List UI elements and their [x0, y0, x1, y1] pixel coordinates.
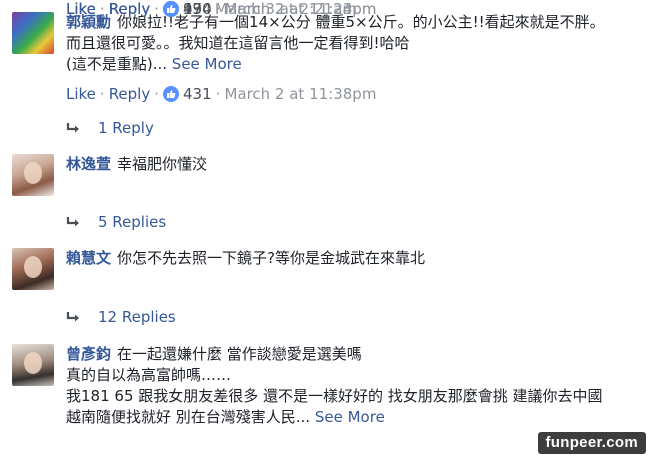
thumbs-up-icon: [163, 1, 180, 17]
separator: ·: [154, 0, 160, 18]
comment-actions: Like · Reply · 97 · March 3 at 2:21am: [66, 0, 357, 18]
replies-count[interactable]: 5 Replies: [98, 213, 166, 231]
avatar[interactable]: [12, 344, 54, 386]
like-count[interactable]: 431: [183, 85, 212, 103]
view-replies-link[interactable]: 1 Reply: [66, 119, 154, 137]
comment-text-line: 真的自以為高富帥嗎……: [66, 366, 232, 384]
view-replies-link[interactable]: 5 Replies: [66, 213, 166, 231]
comment-body: 曾彥鈞 在一起還嫌什麼 當作談戀愛是選美嗎 真的自以為高富帥嗎…… 我181 65…: [66, 344, 640, 428]
comment-text-line: (這不是重點)...: [66, 55, 168, 73]
thumbs-up-icon: [163, 86, 180, 102]
comment-text-line: 而且還很可愛。。我知道在這留言他一定看得到!哈哈: [66, 34, 410, 52]
separator: ·: [99, 85, 105, 103]
comment-text-line: 你怎不先去照一下鏡子?等你是金城武在來靠北: [117, 249, 425, 267]
comment-body: 賴慧文 你怎不先去照一下鏡子?等你是金城武在來靠北: [66, 248, 640, 269]
comment-author[interactable]: 賴慧文: [66, 249, 111, 267]
like-count[interactable]: 97: [183, 0, 202, 18]
reply-arrow-icon: [66, 217, 79, 227]
avatar[interactable]: [12, 248, 54, 290]
reply-arrow-icon: [66, 312, 79, 322]
comment-timestamp[interactable]: March 3 at 2:21am: [215, 0, 357, 18]
comment-actions: Like · Reply · 431 · March 2 at 11:38pm: [66, 85, 376, 103]
see-more-link[interactable]: See More: [172, 55, 242, 73]
comment-text-line: 我181 65 跟我女朋友差很多 還不是一樣好好的 找女朋友那麼會挑 建議你去中…: [66, 387, 603, 405]
separator: ·: [206, 0, 211, 18]
view-replies-link[interactable]: 12 Replies: [66, 308, 176, 326]
comment-text-line: 在一起還嫌什麼 當作談戀愛是選美嗎: [117, 345, 362, 363]
reply-link[interactable]: Reply: [109, 85, 151, 103]
separator: ·: [154, 85, 160, 103]
comment-text-line: 越南隨便找就好 別在台灣殘害人民...: [66, 408, 311, 426]
comment-timestamp[interactable]: March 2 at 11:38pm: [224, 85, 376, 103]
avatar[interactable]: [12, 154, 54, 196]
replies-count[interactable]: 1 Reply: [98, 119, 154, 137]
reply-arrow-icon: [66, 123, 79, 133]
comment-author[interactable]: 林逸萱: [66, 155, 111, 173]
comment-text-line: 幸福肥你懂洨: [117, 155, 208, 173]
separator: ·: [215, 85, 221, 103]
comment-body: 林逸萱 幸福肥你懂洨: [66, 154, 640, 175]
comment-body: 郭穎勳 你娘拉!!老子有一個14×公分 體重5×公斤。的小公主!!看起來就是不胖。…: [66, 12, 640, 75]
separator: ·: [99, 0, 105, 18]
reply-link[interactable]: Reply: [109, 0, 151, 18]
like-link[interactable]: Like: [66, 0, 96, 18]
watermark: funpeer.com: [537, 432, 646, 454]
like-link[interactable]: Like: [66, 85, 96, 103]
replies-count[interactable]: 12 Replies: [98, 308, 176, 326]
comment-author[interactable]: 曾彥鈞: [66, 345, 111, 363]
avatar[interactable]: [12, 12, 54, 54]
see-more-link[interactable]: See More: [315, 408, 385, 426]
